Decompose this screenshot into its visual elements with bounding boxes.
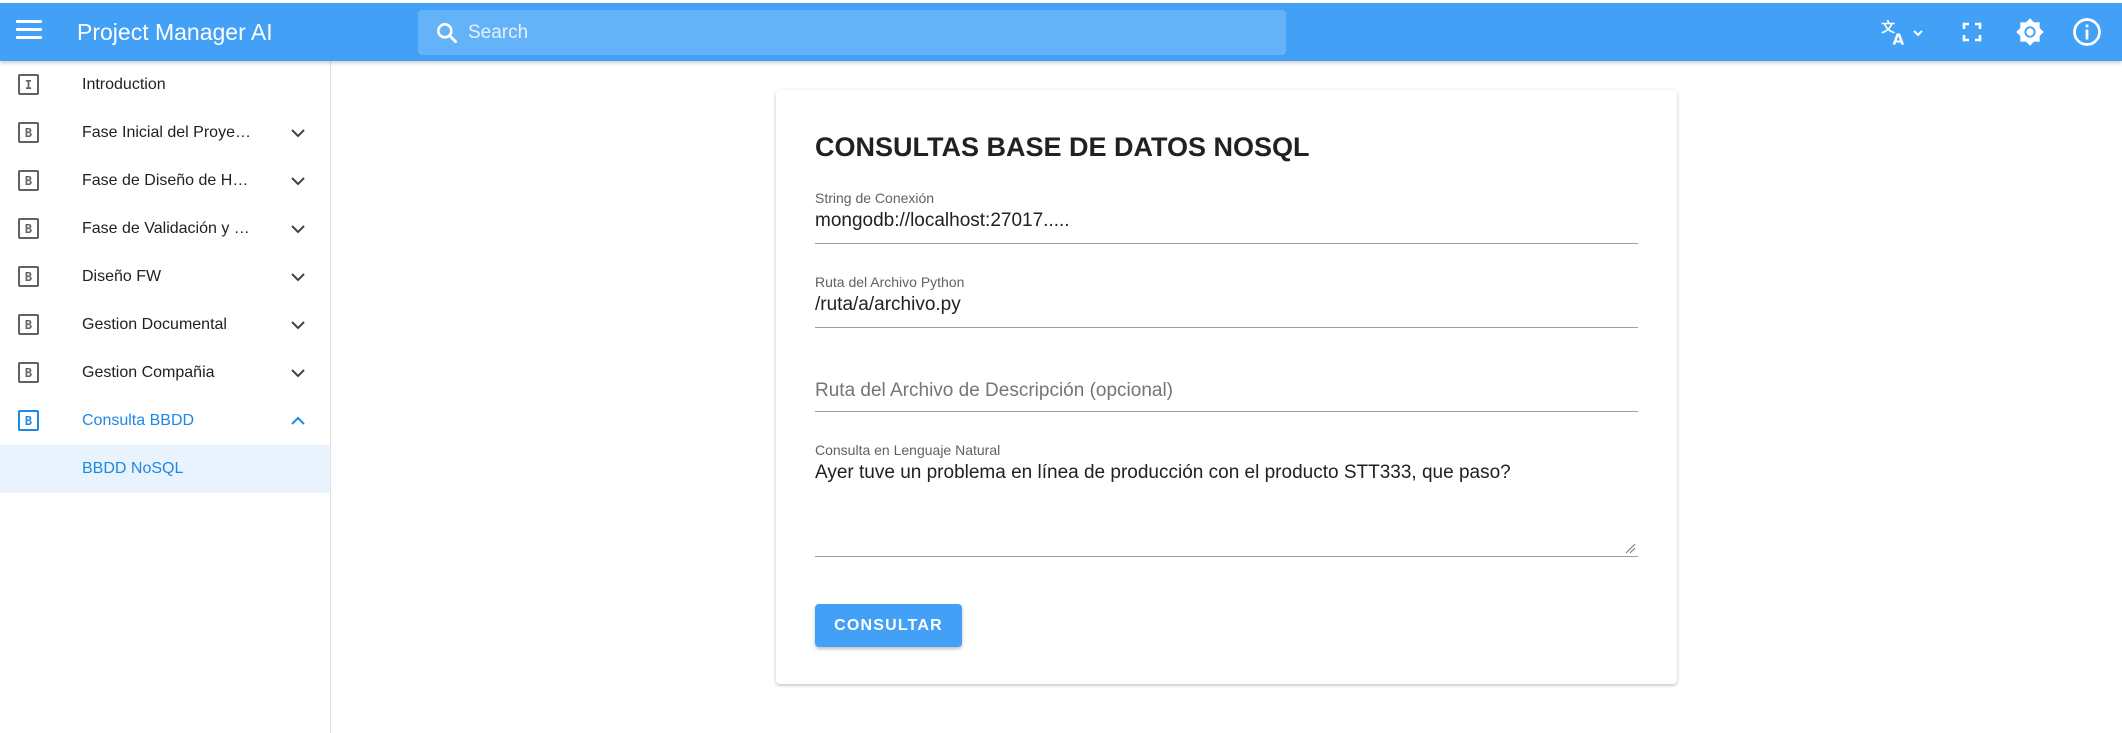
search-icon	[437, 22, 458, 43]
sidebar-item-label: Gestion Compañia	[82, 364, 215, 381]
brightness-icon[interactable]	[2015, 17, 2045, 47]
sidebar-nav: I Introduction B Fase Inicial del Proyec…	[0, 61, 331, 733]
translate-icon: 文 A	[1881, 19, 1905, 49]
menu-icon[interactable]	[16, 20, 42, 44]
sidebar-item-gestion-documental[interactable]: B Gestion Documental	[0, 301, 330, 349]
sidebar-item-fase-validacion[interactable]: B Fase de Validación y Verificación	[0, 205, 330, 253]
connection-string-field[interactable]: String de Conexión mongodb://localhost:2…	[815, 190, 1638, 244]
query-form-card: CONSULTAS BASE DE DATOS NOSQL String de …	[776, 90, 1677, 684]
description-path-input[interactable]: Ruta del Archivo de Descripción (opciona…	[815, 380, 1638, 402]
connection-string-input[interactable]: mongodb://localhost:27017.....	[815, 210, 1638, 232]
page-title: CONSULTAS BASE DE DATOS NOSQL	[815, 132, 1310, 162]
chevron-down-icon	[291, 321, 305, 330]
resize-handle-icon[interactable]	[1624, 542, 1636, 554]
sidebar-item-fase-inicial[interactable]: B Fase Inicial del Proyecto	[0, 109, 330, 157]
chevron-down-icon	[291, 177, 305, 186]
natural-language-query-field[interactable]: Consulta en Lenguaje Natural Ayer tuve u…	[815, 442, 1638, 557]
sidebar-item-diseno-fw[interactable]: B Diseño FW	[0, 253, 330, 301]
top-app-bar: Project Manager AI 文 A	[0, 3, 2122, 61]
sidebar-item-label: Consulta BBDD	[82, 412, 195, 429]
svg-text:A: A	[1893, 31, 1905, 48]
book-icon: B	[18, 218, 39, 239]
description-path-field[interactable]: Ruta del Archivo de Descripción (opciona…	[815, 380, 1638, 412]
book-icon: B	[18, 170, 39, 191]
query-textarea[interactable]: Ayer tuve un problema en línea de produc…	[815, 462, 1638, 484]
fullscreen-icon[interactable]	[1960, 20, 1984, 44]
search-bar[interactable]	[418, 10, 1286, 55]
sidebar-item-label: Introduction	[82, 76, 166, 93]
book-icon: B	[18, 410, 39, 431]
sidebar-item-label: Fase Inicial del Proyecto	[82, 124, 254, 141]
chevron-down-icon	[291, 369, 305, 378]
chevron-up-icon	[291, 416, 305, 425]
field-label: Consulta en Lenguaje Natural	[815, 442, 1001, 458]
book-icon: B	[18, 314, 39, 335]
sidebar-item-label: Fase de Diseño de Hardware	[82, 172, 250, 189]
sidebar-item-fase-diseno-hardware[interactable]: B Fase de Diseño de Hardware	[0, 157, 330, 205]
sidebar-item-label: Diseño FW	[82, 268, 162, 285]
consultar-button[interactable]: CONSULTAR	[815, 604, 962, 647]
book-icon: B	[18, 122, 39, 143]
language-button[interactable]: 文 A	[1880, 17, 1928, 49]
sidebar-item-label: Gestion Documental	[82, 316, 227, 333]
info-icon[interactable]	[2072, 17, 2102, 47]
field-label: Ruta del Archivo Python	[815, 274, 965, 290]
app-title: Project Manager AI	[77, 19, 273, 45]
chevron-down-icon	[291, 129, 305, 138]
sidebar-item-label: Fase de Validación y Verificación	[82, 220, 250, 237]
book-icon: B	[18, 266, 39, 287]
search-input[interactable]	[468, 21, 1268, 44]
book-icon: B	[18, 362, 39, 383]
sidebar-item-gestion-compania[interactable]: B Gestion Compañia	[0, 349, 330, 397]
book-icon: I	[18, 74, 39, 95]
chevron-down-icon	[1913, 30, 1923, 37]
sidebar-subitem-label: BBDD NoSQL	[82, 460, 184, 477]
chevron-down-icon	[291, 225, 305, 234]
chevron-down-icon	[291, 273, 305, 282]
sidebar-subitem-bbdd-nosql[interactable]: BBDD NoSQL	[0, 445, 330, 493]
field-label: String de Conexión	[815, 190, 935, 206]
python-path-input[interactable]: /ruta/a/archivo.py	[815, 294, 1638, 316]
sidebar-item-consulta-bbdd[interactable]: B Consulta BBDD	[0, 397, 330, 445]
sidebar-item-introduction[interactable]: I Introduction	[0, 61, 330, 109]
python-path-field[interactable]: Ruta del Archivo Python /ruta/a/archivo.…	[815, 274, 1638, 328]
